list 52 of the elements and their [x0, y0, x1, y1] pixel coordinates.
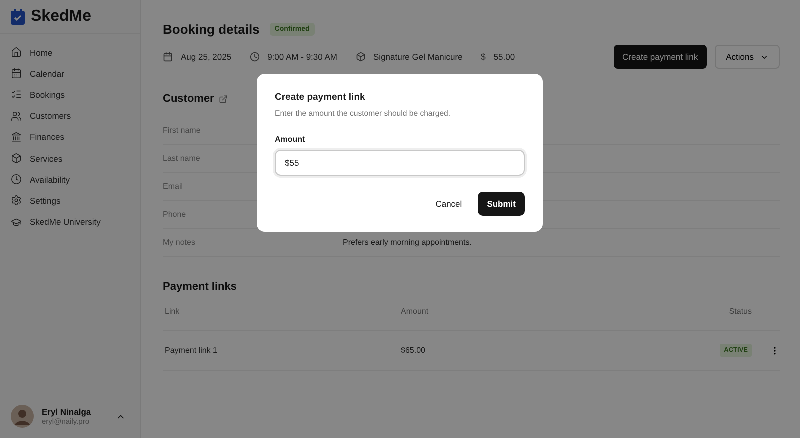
external-link-icon[interactable]	[219, 94, 228, 104]
home-icon	[11, 47, 22, 58]
create-payment-link-button[interactable]: Create payment link	[614, 45, 708, 69]
column-header: Amount	[401, 307, 430, 316]
nav-item[interactable]: Customers	[11, 106, 140, 127]
field-label: Amount	[275, 135, 306, 144]
clock-icon	[250, 52, 260, 62]
nav-item[interactable]: Services	[11, 148, 140, 170]
bank-icon	[11, 132, 22, 143]
nav-item[interactable]: Calendar	[11, 63, 140, 84]
graduation-cap-icon	[11, 216, 22, 228]
booking-time: 9:00 AM - 9:30 AM	[268, 52, 338, 62]
user-name: Eryl Ninalga	[42, 407, 92, 417]
actions-button[interactable]: Actions	[715, 45, 780, 69]
nav-item[interactable]: Settings	[11, 190, 140, 212]
avatar	[11, 405, 34, 428]
dollar-icon: $	[480, 52, 486, 62]
brand-name: SkedMe	[31, 8, 92, 26]
nav-item[interactable]: Bookings	[11, 84, 140, 106]
box-icon	[11, 153, 22, 164]
cancel-button[interactable]: Cancel	[430, 192, 468, 216]
field-label: Email	[163, 182, 184, 191]
section-title: Customer	[163, 93, 214, 105]
nav-item[interactable]: Home	[11, 42, 140, 64]
field-label: Last name	[163, 154, 202, 163]
box-icon	[356, 52, 366, 62]
table-cell-text: Payment link 1	[165, 346, 218, 355]
field-label: Phone	[163, 210, 188, 219]
nav-item[interactable]: SkedMe University	[11, 212, 140, 233]
calendar-icon	[11, 68, 22, 80]
nav-item[interactable]: Finances	[11, 126, 140, 148]
booking-date: Aug 25, 2025	[181, 52, 232, 62]
calendar-icon	[163, 52, 173, 62]
service-name: Signature Gel Manicure	[374, 52, 463, 62]
logo-icon	[11, 8, 25, 24]
section-title: Payment links	[163, 281, 238, 293]
field-label: First name	[163, 126, 202, 135]
list-icon	[11, 89, 22, 100]
booking-price: 55.00	[494, 52, 516, 62]
field-label: My notes	[163, 238, 196, 247]
users-icon	[11, 110, 22, 122]
column-header: Status	[728, 307, 752, 316]
clock-icon	[11, 174, 22, 186]
table-cell-text: $65.00	[401, 346, 426, 355]
column-header: Link	[165, 307, 181, 316]
page-title: Booking details	[163, 22, 260, 37]
field-value: Prefers early morning appointments.	[343, 238, 473, 247]
settings-icon	[11, 195, 22, 206]
dialog-title: Create payment link	[275, 92, 366, 103]
nav-item[interactable]: Availability	[11, 169, 140, 190]
submit-button[interactable]: Submit	[478, 192, 525, 216]
amount-input-field[interactable]: $55	[275, 150, 525, 176]
